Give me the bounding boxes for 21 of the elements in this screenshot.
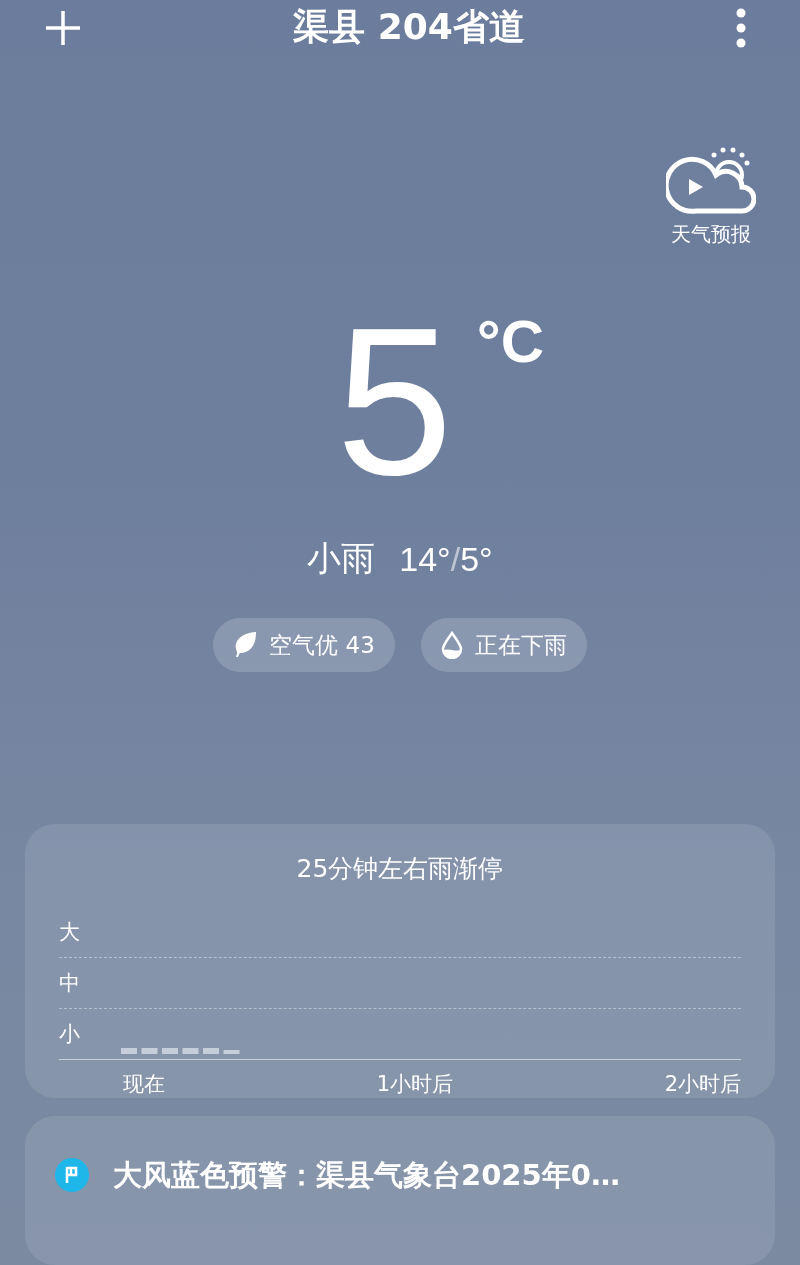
time-label: 现在 [123,1071,165,1099]
time-label: 1小时后 [376,1071,453,1099]
alert-card[interactable]: 大风蓝色预警：渠县气象台2025年0… [25,1116,775,1265]
time-label: 2小时后 [664,1071,741,1099]
drop-icon [440,631,463,660]
location-title: 渠县 204省道 [293,5,525,50]
alert-text: 大风蓝色预警：渠县气象台2025年0… [113,1157,620,1195]
leaf-icon [233,631,258,660]
flag-icon [55,1158,89,1193]
more-button[interactable] [736,7,746,48]
temperature-unit: °C [476,312,545,378]
intensity-label: 中 [59,970,80,998]
intensity-label: 大 [59,919,80,947]
weather-condition: 小雨 [307,537,376,581]
add-button[interactable] [44,8,82,47]
air-quality-chip[interactable]: 空气优 43 [213,618,395,673]
current-temperature: 5 [335,312,453,493]
rain-status-chip[interactable]: 正在下雨 [420,618,587,673]
precipitation-summary: 25分钟左右雨渐停 [295,853,505,886]
temperature-range: 14°/5° [399,539,493,579]
intensity-label: 小 [59,1021,80,1049]
